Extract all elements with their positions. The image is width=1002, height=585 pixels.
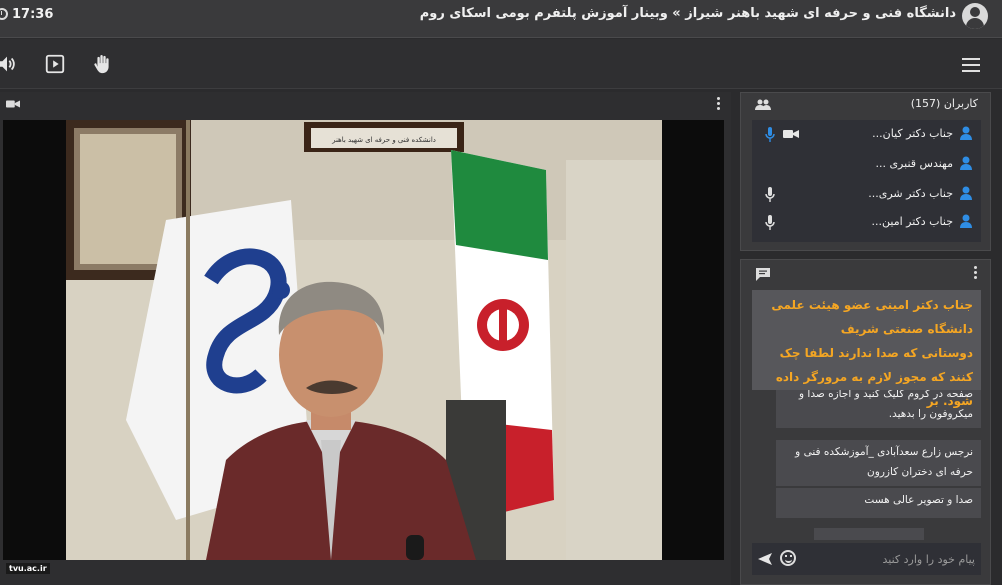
user-icon — [960, 214, 972, 228]
session-clock: 17:36 — [0, 5, 53, 23]
chat-input-bar — [752, 543, 981, 575]
microphone-active-icon — [765, 127, 775, 142]
video-stream: دانشکده فنی و حرفه ای شهید باهنر — [3, 120, 724, 560]
camera-icon — [6, 100, 20, 108]
user-name: جناب دکتر کیان... — [872, 127, 953, 140]
chat-icon — [756, 268, 770, 281]
microphone-icon — [765, 187, 775, 202]
play-screen-icon[interactable] — [44, 53, 66, 75]
send-icon[interactable] — [757, 551, 773, 567]
user-icon — [960, 186, 972, 200]
user-name: مهندس قنبری ... — [875, 157, 953, 170]
chat-message: نرجس زارع سعدآبادی _آموزشکده فنی و حرفه … — [776, 440, 981, 486]
watermark: tvu.ac.ir — [6, 563, 50, 574]
user-name: جناب دکتر شری... — [868, 187, 953, 200]
chat-message: صدا و تصویر عالی هست — [776, 488, 981, 518]
user-avatar-icon[interactable] — [962, 3, 988, 29]
emoji-icon[interactable] — [780, 550, 796, 566]
camera-on-icon — [783, 130, 799, 138]
chat-panel: صفحه در کروم کلیک کنید و اجازه صدا و میک… — [740, 259, 991, 585]
users-icon — [755, 99, 771, 110]
video-frame: دانشکده فنی و حرفه ای شهید باهنر — [66, 120, 662, 560]
users-panel: کاربران (157) جناب دکتر کیان... مهندس قن… — [740, 92, 991, 251]
user-row[interactable]: مهندس قنبری ... — [752, 150, 981, 178]
chat-options-icon[interactable] — [974, 266, 978, 280]
notice-line: جناب دکتر امینی عضو هیئت علمی دانشگاه صن… — [771, 298, 973, 336]
user-row[interactable]: جناب دکتر کیان... — [752, 120, 981, 148]
video-panel-header — [0, 92, 731, 116]
microphone-icon — [765, 215, 775, 230]
session-time: 17:36 — [12, 6, 54, 22]
user-row[interactable]: جناب دکتر امین... — [752, 208, 981, 236]
top-bar: 17:36 دانشگاه فنی و حرفه ای شهید باهنر ش… — [0, 0, 1002, 38]
user-icon — [960, 126, 972, 140]
speaker-icon[interactable] — [0, 53, 18, 75]
pinned-notice: جناب دکتر امینی عضو هیئت علمی دانشگاه صن… — [752, 290, 981, 408]
raise-hand-icon[interactable] — [91, 53, 113, 75]
toolbar — [0, 39, 1002, 89]
hamburger-menu-icon[interactable] — [962, 58, 980, 72]
room-title: دانشگاه فنی و حرفه ای شهید باهنر شیراز »… — [419, 6, 956, 21]
user-list: جناب دکتر کیان... مهندس قنبری ... جناب د… — [752, 120, 981, 242]
chat-message-partial — [814, 528, 924, 540]
users-title: کاربران (157) — [910, 97, 978, 110]
video-image: دانشکده فنی و حرفه ای شهید باهنر — [66, 120, 662, 560]
user-name: جناب دکتر امین... — [871, 215, 953, 228]
chat-messages: صفحه در کروم کلیک کنید و اجازه صدا و میک… — [752, 290, 981, 540]
chat-message-input[interactable] — [807, 549, 975, 569]
user-row[interactable]: جناب دکتر شری... — [752, 180, 981, 208]
notice-line: دوستانی که صدا ندارند لطفا چک کنند که مج… — [775, 346, 973, 408]
video-panel: دانشکده فنی و حرفه ای شهید باهنر tvu.ac.… — [0, 92, 731, 585]
user-icon — [960, 156, 972, 170]
video-options-icon[interactable] — [717, 97, 721, 111]
office-sign: دانشکده فنی و حرفه ای شهید باهنر — [331, 136, 436, 144]
clock-icon — [0, 8, 8, 20]
